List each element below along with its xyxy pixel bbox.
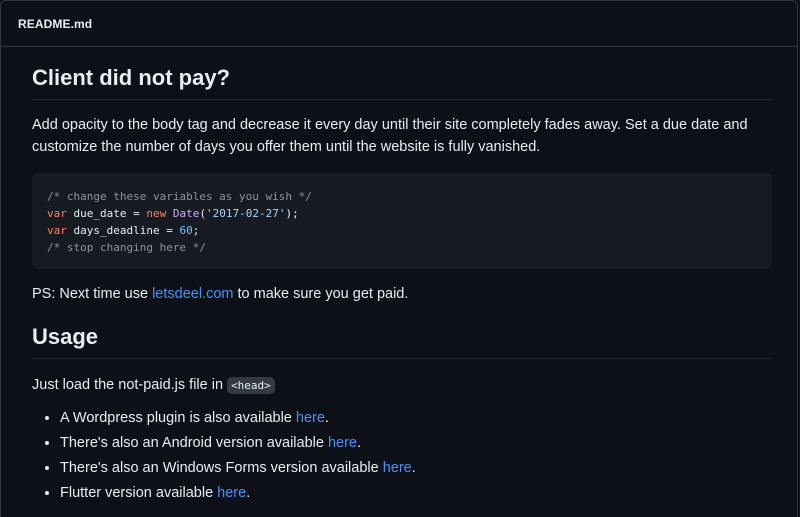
list-item-end: . bbox=[356, 435, 362, 451]
windows-forms-here-link[interactable]: here bbox=[383, 460, 412, 476]
code-paren-close: ); bbox=[285, 207, 299, 220]
code-date-class: Date bbox=[172, 207, 200, 220]
readme-article: Client did not pay? Add opacity to the b… bbox=[1, 64, 797, 504]
wordpress-here-link[interactable]: here bbox=[296, 410, 325, 426]
code-keyword-new: new bbox=[146, 207, 167, 220]
list-item-android: There's also an Android version availabl… bbox=[60, 432, 772, 454]
code-paren-open: ( bbox=[199, 207, 206, 220]
code-keyword-var: var bbox=[47, 207, 67, 220]
heading-usage: Usage bbox=[32, 323, 772, 359]
list-item-end: . bbox=[411, 460, 416, 476]
usage-list: A Wordpress plugin is also available her… bbox=[32, 407, 772, 504]
readme-panel: README.md Client did not pay? Add opacit… bbox=[0, 0, 798, 517]
load-prefix: Just load the not-paid.js file in bbox=[32, 377, 228, 393]
code-keyword-var-2: var bbox=[47, 224, 67, 237]
ps-prefix: PS: Next time use bbox=[32, 286, 153, 302]
code-semicolon: ; bbox=[192, 224, 200, 237]
android-here-link[interactable]: here bbox=[328, 435, 357, 451]
ps-paragraph: PS: Next time use letsdeel.com to make s… bbox=[32, 283, 772, 305]
code-days-deadline-name: days_deadline = bbox=[66, 224, 180, 237]
list-item-text: There's also an Windows Forms version av… bbox=[60, 460, 383, 476]
ps-suffix: to make sure you get paid. bbox=[233, 286, 409, 302]
intro-paragraph: Add opacity to the body tag and decrease… bbox=[32, 117, 748, 155]
list-item-text: Flutter version available bbox=[60, 485, 218, 501]
list-item-end: . bbox=[324, 410, 329, 426]
heading-client-did-not-pay: Client did not pay? bbox=[32, 64, 772, 100]
list-item-wordpress: A Wordpress plugin is also available her… bbox=[60, 407, 772, 429]
list-item-flutter: Flutter version available here. bbox=[60, 482, 772, 504]
code-days-number: 60 bbox=[179, 224, 193, 237]
readme-header: README.md bbox=[1, 1, 797, 47]
head-inline-code: <head> bbox=[227, 377, 275, 394]
list-item-text: There's also an Android version availabl… bbox=[60, 435, 328, 451]
flutter-here-link[interactable]: here bbox=[217, 485, 246, 501]
code-block: /* change these variables as you wish */… bbox=[32, 173, 772, 269]
list-item-end: . bbox=[246, 485, 251, 501]
list-item-windows-forms: There's also an Windows Forms version av… bbox=[60, 457, 772, 479]
code-comment-stop: /* stop changing here */ bbox=[47, 241, 206, 254]
list-item-text: A Wordpress plugin is also available bbox=[60, 410, 296, 426]
letsdeel-link[interactable]: letsdeel.com bbox=[152, 286, 233, 302]
code-date-string: '2017-02-27' bbox=[205, 207, 286, 220]
code-comment-change: /* change these variables as you wish */ bbox=[47, 190, 312, 203]
code-due-date-name: due_date = bbox=[66, 207, 147, 220]
readme-file-name[interactable]: README.md bbox=[18, 17, 92, 31]
load-instruction: Just load the not-paid.js file in <head> bbox=[32, 374, 772, 397]
